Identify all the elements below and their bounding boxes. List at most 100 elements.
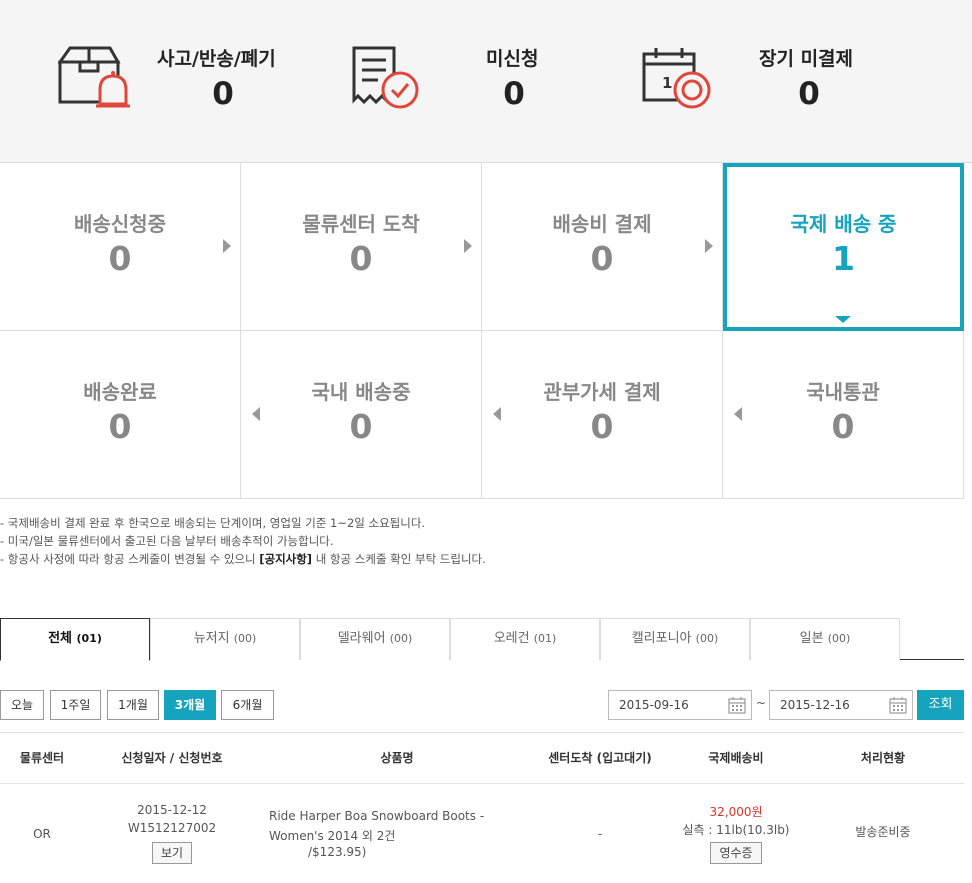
- tab-label: 오레건: [493, 631, 530, 646]
- status-label: 국내 배송중: [311, 380, 411, 404]
- tab-label: 일본: [799, 631, 824, 646]
- tab-label: 델라웨어: [337, 631, 386, 646]
- tab-delaware[interactable]: 델라웨어 (00): [300, 618, 450, 660]
- status-count: 0: [590, 407, 614, 446]
- notice-link[interactable]: [공지사항]: [259, 552, 312, 566]
- row-arrival: -: [597, 827, 603, 841]
- tab-count: (01): [533, 632, 557, 645]
- shipping-fee: 32,000원: [709, 805, 763, 819]
- summary-accident-count: 0: [212, 76, 234, 112]
- status-label: 배송비 결제: [552, 212, 652, 236]
- tab-count: (00): [827, 632, 851, 645]
- period-6month-button[interactable]: 6개월: [221, 690, 274, 720]
- receipt-button[interactable]: 영수증: [710, 842, 762, 864]
- svg-text:1: 1: [662, 74, 672, 92]
- calendar-icon[interactable]: [728, 696, 746, 714]
- status-count: 0: [349, 239, 373, 278]
- status-count: 0: [590, 239, 614, 278]
- tab-label: 캘리포니아: [631, 631, 692, 646]
- status-cell-requesting[interactable]: 배송신청중 0: [0, 163, 241, 331]
- status-label: 배송신청중: [74, 212, 166, 236]
- box-alarm-icon: [58, 46, 130, 108]
- selected-indicator-icon: [835, 316, 851, 323]
- table-row: OR 2015-12-12 W1512127002 보기 Ride Harper…: [0, 784, 964, 883]
- notice-line: - 미국/일본 물류센터에서 출고된 다음 날부터 배송추적이 가능합니다.: [0, 534, 334, 548]
- notice-line: - 항공사 사정에 따라 항공 스케줄이 변경될 수 있으니 [공지사항] 내 …: [0, 550, 486, 568]
- status-count: 0: [108, 239, 132, 278]
- tab-all[interactable]: 전체 (01): [0, 618, 150, 661]
- tab-japan[interactable]: 일본 (00): [750, 618, 900, 660]
- summary-accident-label: 사고/반송/폐기: [157, 48, 276, 70]
- summary-band: 사고/반송/폐기 0 미신청 0 1 장기 미결제 0: [0, 0, 972, 163]
- tab-oregon[interactable]: 오레건 (01): [450, 618, 600, 660]
- column-header: 신청일자 / 신청번호: [121, 751, 223, 765]
- notice-text: - 국제배송비 결제 완료 후 한국으로 배송되는 단계이며, 영업일 기준 1…: [0, 514, 486, 568]
- tab-label: 뉴저지: [193, 631, 230, 646]
- summary-long-unpaid-count: 0: [798, 76, 820, 112]
- summary-unapplied[interactable]: 미신청 0: [350, 40, 550, 120]
- status-cell-delivered[interactable]: 배송완료 0: [0, 331, 241, 499]
- status-cell-intl-shipping[interactable]: 국제 배송 중 1: [723, 163, 964, 331]
- arrow-left-icon: [493, 407, 501, 421]
- product-name-line[interactable]: Ride Harper Boa Snowboard Boots -: [269, 809, 484, 823]
- status-label: 국내통관: [806, 380, 880, 404]
- calendar-target-icon: 1: [642, 48, 711, 109]
- date-separator: ~: [756, 696, 767, 710]
- center-tabs: 전체 (01) 뉴저지 (00) 델라웨어 (00) 오레건 (01) 캘리포니…: [0, 618, 964, 661]
- arrow-left-icon: [252, 407, 260, 421]
- summary-long-unpaid[interactable]: 1 장기 미결제 0: [642, 40, 882, 120]
- status-cell-center-arrival[interactable]: 물류센터 도착 0: [241, 163, 482, 331]
- status-count: 0: [831, 407, 855, 446]
- weight: 실측 : 11lb(10.3lb): [682, 823, 790, 837]
- tab-count: (01): [76, 632, 102, 645]
- product-price: /$123.95): [308, 845, 367, 859]
- tab-new-jersey[interactable]: 뉴저지 (00): [150, 618, 300, 660]
- status-cell-customs-clearance[interactable]: 국내통관 0: [723, 331, 964, 499]
- status-count: 0: [108, 407, 132, 446]
- summary-unapplied-label: 미신청: [486, 48, 539, 70]
- status-cell-fee-payment[interactable]: 배송비 결제 0: [482, 163, 723, 331]
- arrow-right-icon: [705, 239, 713, 253]
- tab-count: (00): [233, 632, 257, 645]
- table-header: 물류센터 신청일자 / 신청번호 상품명 센터도착 (입고대기) 국제배송비 처…: [0, 732, 964, 784]
- status-grid: 배송신청중 0 물류센터 도착 0 배송비 결제 0 국제 배송 중 1 배송완…: [0, 163, 964, 499]
- receipt-check-icon: [352, 46, 419, 109]
- arrow-right-icon: [464, 239, 472, 253]
- tab-label: 전체: [48, 631, 72, 646]
- tab-count: (00): [695, 632, 719, 645]
- arrow-left-icon: [734, 407, 742, 421]
- row-center: OR: [33, 827, 51, 841]
- notice-text-part: 내 항공 스케줄 확인 부탁 드립니다.: [312, 552, 486, 566]
- calendar-icon[interactable]: [889, 696, 907, 714]
- notice-line: - 국제배송비 결제 완료 후 한국으로 배송되는 단계이며, 영업일 기준 1…: [0, 516, 426, 530]
- period-1week-button[interactable]: 1주일: [50, 690, 101, 720]
- tab-california[interactable]: 캘리포니아 (00): [600, 618, 750, 660]
- status-count: 0: [349, 407, 373, 446]
- status-cell-customs-tax[interactable]: 관부가세 결제 0: [482, 331, 723, 499]
- column-header: 상품명: [380, 751, 414, 765]
- status-label: 물류센터 도착: [302, 212, 420, 236]
- column-header: 물류센터: [19, 751, 65, 765]
- tab-count: (00): [389, 632, 413, 645]
- status-cell-domestic-shipping[interactable]: 국내 배송중 0: [241, 331, 482, 499]
- row-date: 2015-12-12: [137, 803, 207, 817]
- status-count: 1: [832, 239, 855, 278]
- summary-long-unpaid-label: 장기 미결제: [759, 48, 854, 70]
- row-status: 발송준비중: [855, 825, 911, 839]
- status-label: 관부가세 결제: [543, 380, 661, 404]
- summary-unapplied-count: 0: [503, 76, 525, 112]
- notice-text-part: - 항공사 사정에 따라 항공 스케줄이 변경될 수 있으니: [0, 552, 260, 566]
- search-button[interactable]: 조회: [917, 690, 964, 720]
- status-label: 국제 배송 중: [790, 212, 897, 236]
- period-3month-button[interactable]: 3개월: [164, 690, 216, 720]
- status-label: 배송완료: [83, 380, 157, 404]
- period-today-button[interactable]: 오늘: [0, 690, 44, 720]
- view-button[interactable]: 보기: [152, 842, 192, 864]
- summary-accident[interactable]: 사고/반송/폐기 0: [58, 40, 298, 120]
- row-order-number: W1512127002: [127, 821, 217, 835]
- column-header: 국제배송비: [708, 751, 764, 765]
- product-name-line[interactable]: Women's 2014 외 2건: [269, 827, 395, 844]
- period-1month-button[interactable]: 1개월: [107, 690, 159, 720]
- arrow-right-icon: [223, 239, 231, 253]
- column-header: 처리현황: [860, 751, 906, 765]
